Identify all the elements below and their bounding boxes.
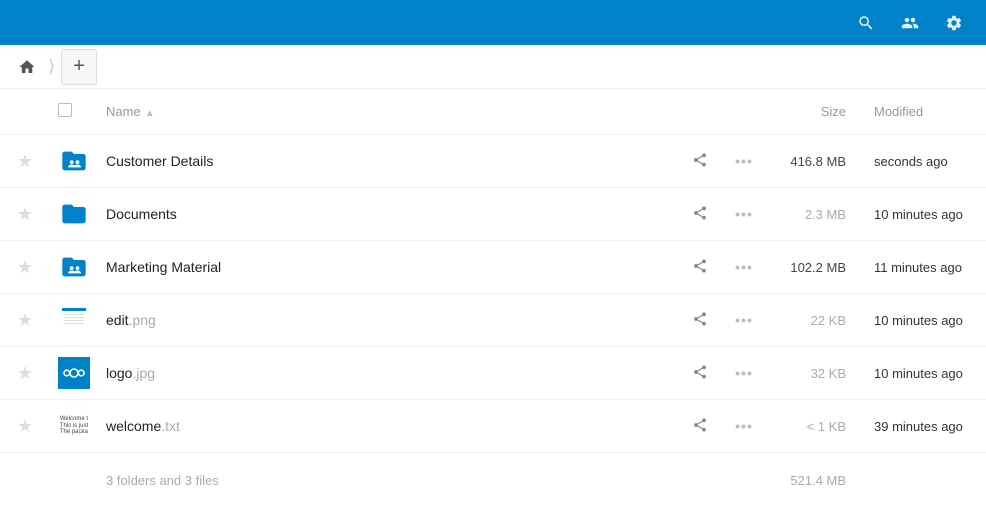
search-icon[interactable] xyxy=(844,1,888,45)
contacts-icon[interactable] xyxy=(888,1,932,45)
favorite-star-icon[interactable]: ★ xyxy=(17,204,33,224)
file-row[interactable]: ★ edit.png ••• 22 KB 10 minutes ago xyxy=(0,294,986,347)
favorite-star-icon[interactable]: ★ xyxy=(17,363,33,383)
column-modified[interactable]: Modified xyxy=(866,89,986,135)
file-size: < 1 KB xyxy=(807,419,846,434)
summary-text: 3 folders and 3 files xyxy=(98,453,678,508)
file-size: 32 KB xyxy=(811,366,846,381)
file-icon xyxy=(58,251,90,283)
file-extension: .txt xyxy=(161,418,180,434)
more-actions-icon[interactable]: ••• xyxy=(735,206,753,222)
file-row[interactable]: ★ Marketing Material ••• 102.2 MB 11 minutes… xyxy=(0,241,986,294)
more-actions-icon[interactable]: ••• xyxy=(735,312,753,328)
file-icon xyxy=(58,304,90,336)
file-name[interactable]: welcome xyxy=(106,418,161,434)
share-icon[interactable] xyxy=(692,208,708,224)
file-size: 22 KB xyxy=(811,313,846,328)
share-icon[interactable] xyxy=(692,314,708,330)
file-name[interactable]: Marketing Material xyxy=(106,259,221,275)
file-row[interactable]: ★ Welcome tThis is justThe packa welcome.t… xyxy=(0,400,986,453)
file-name[interactable]: Customer Details xyxy=(106,153,213,169)
more-actions-icon[interactable]: ••• xyxy=(735,365,753,381)
file-modified: 10 minutes ago xyxy=(874,366,963,381)
favorite-star-icon[interactable]: ★ xyxy=(17,257,33,277)
table-header: Name▲ Size Modified xyxy=(0,89,986,135)
file-icon xyxy=(58,357,90,389)
file-modified: 11 minutes ago xyxy=(874,260,962,275)
more-actions-icon[interactable]: ••• xyxy=(735,259,753,275)
file-size: 416.8 MB xyxy=(790,154,846,169)
file-row[interactable]: ★ logo.jpg ••• 32 KB 10 minutes ago xyxy=(0,347,986,400)
file-icon xyxy=(58,198,90,230)
breadcrumb-separator: ⟩ xyxy=(48,56,55,77)
file-row[interactable]: ★ Customer Details ••• 416.8 MB seconds ago xyxy=(0,135,986,188)
sort-ascending-icon: ▲ xyxy=(145,108,155,119)
share-icon[interactable] xyxy=(692,155,708,171)
file-extension: .png xyxy=(129,312,156,328)
file-modified: 10 minutes ago xyxy=(874,207,963,222)
add-button[interactable]: + xyxy=(61,49,97,85)
file-modified: 39 minutes ago xyxy=(874,419,963,434)
file-size: 102.2 MB xyxy=(790,260,846,275)
favorite-star-icon[interactable]: ★ xyxy=(17,310,33,330)
home-icon[interactable] xyxy=(12,52,42,82)
column-name[interactable]: Name▲ xyxy=(98,89,678,135)
share-icon[interactable] xyxy=(692,261,708,277)
file-row[interactable]: ★ Documents ••• 2.3 MB 10 minutes ago xyxy=(0,188,986,241)
app-header xyxy=(0,0,986,45)
settings-icon[interactable] xyxy=(932,1,976,45)
file-icon xyxy=(58,145,90,177)
favorite-star-icon[interactable]: ★ xyxy=(17,151,33,171)
share-icon[interactable] xyxy=(692,420,708,436)
file-name[interactable]: edit xyxy=(106,312,129,328)
breadcrumb-bar: ⟩ + xyxy=(0,45,986,89)
file-extension: .jpg xyxy=(132,365,155,381)
file-size: 2.3 MB xyxy=(805,207,846,222)
file-list: Name▲ Size Modified ★ Customer Details •••… xyxy=(0,89,986,508)
more-actions-icon[interactable]: ••• xyxy=(735,153,753,169)
more-actions-icon[interactable]: ••• xyxy=(735,418,753,434)
favorite-star-icon[interactable]: ★ xyxy=(17,416,33,436)
column-size[interactable]: Size xyxy=(766,89,866,135)
share-icon[interactable] xyxy=(692,367,708,383)
file-modified: 10 minutes ago xyxy=(874,313,963,328)
file-modified: seconds ago xyxy=(874,154,948,169)
file-name[interactable]: logo xyxy=(106,365,132,381)
file-name[interactable]: Documents xyxy=(106,206,177,222)
file-icon: Welcome tThis is justThe packa xyxy=(58,410,90,442)
summary-row: 3 folders and 3 files 521.4 MB xyxy=(0,453,986,508)
select-all-checkbox[interactable] xyxy=(58,103,72,117)
summary-size: 521.4 MB xyxy=(766,453,866,508)
